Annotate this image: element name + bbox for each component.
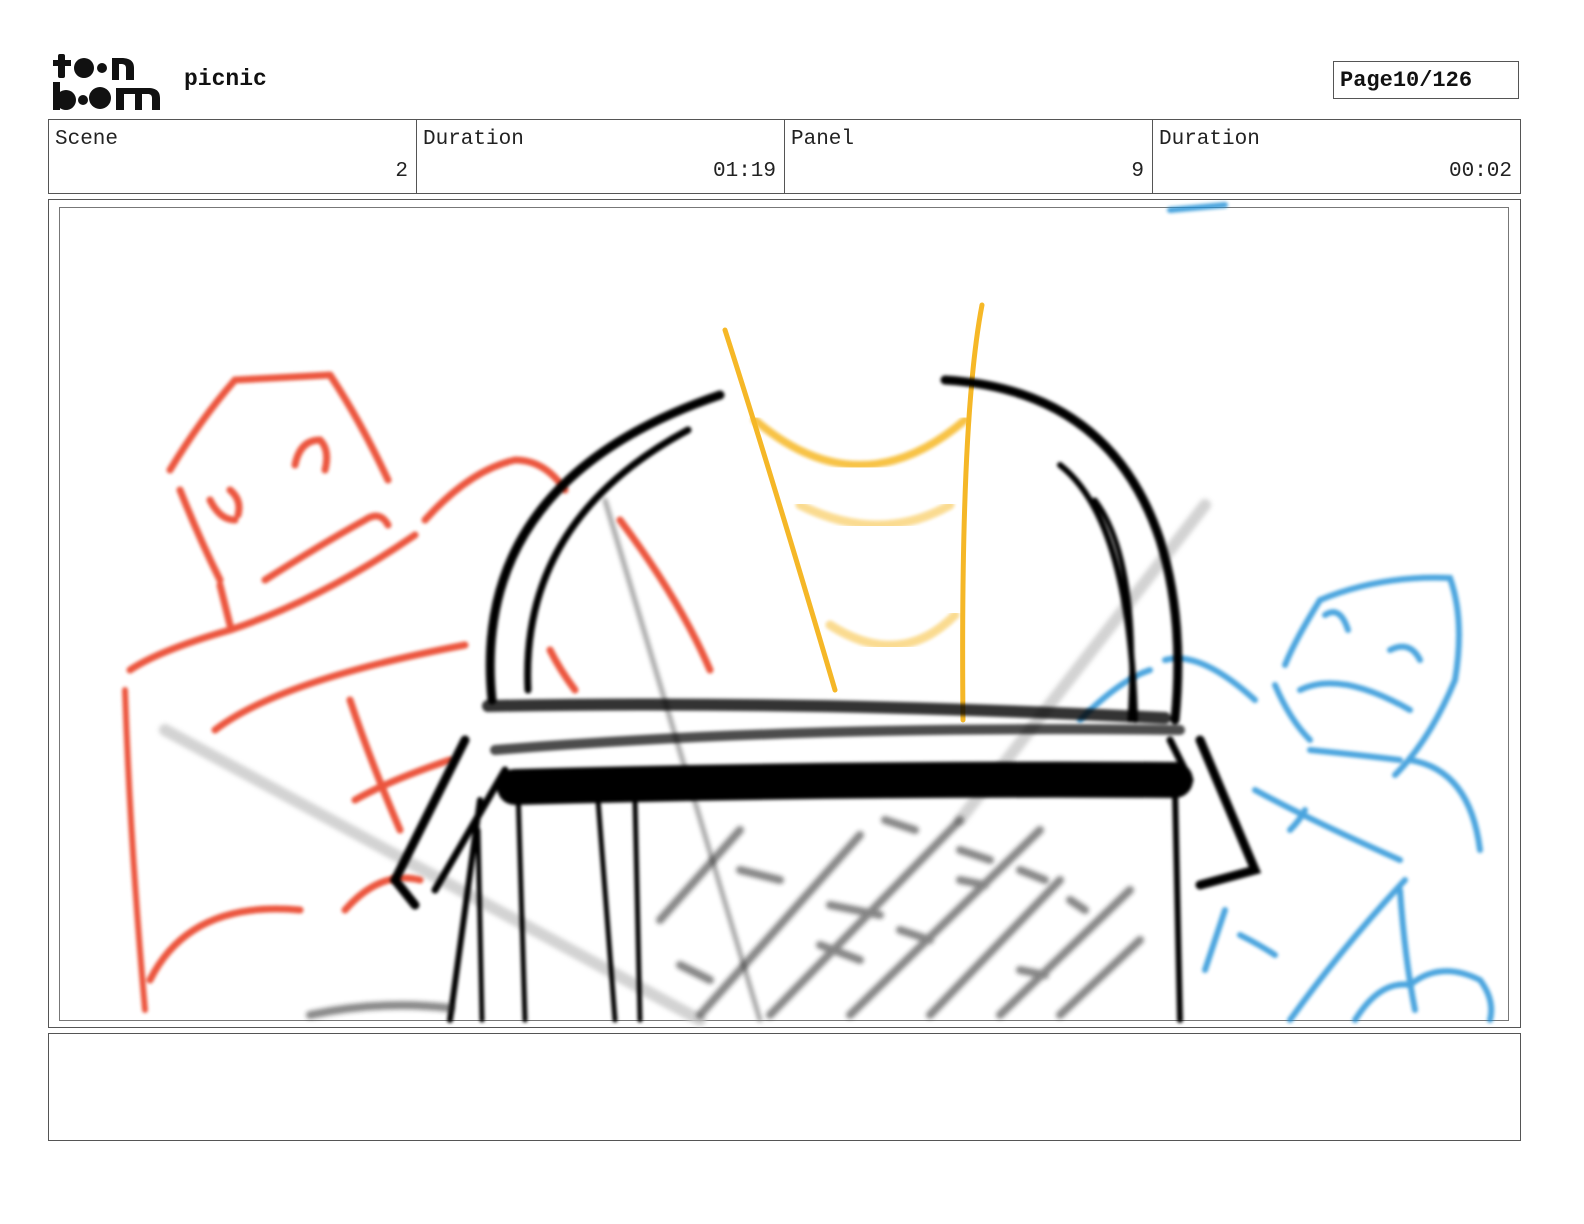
panel-cell: Panel 9 bbox=[785, 120, 1153, 193]
page-label: Page bbox=[1340, 67, 1393, 93]
storyboard-sketch bbox=[122, 202, 1495, 1026]
panel-value: 9 bbox=[1131, 160, 1144, 183]
blue-character-sketch bbox=[1077, 202, 1495, 1023]
panel-duration-label: Duration bbox=[1159, 128, 1260, 151]
basket-sketch bbox=[389, 375, 1262, 1023]
panel-info-row: Scene 2 Duration 01:19 Panel 9 Duration … bbox=[48, 119, 1521, 194]
scene-value: 2 bbox=[395, 160, 408, 183]
notes-box bbox=[48, 1033, 1521, 1141]
basket-weave-sketch bbox=[306, 816, 1144, 1019]
scene-duration-cell: Duration 01:19 bbox=[417, 120, 785, 193]
construction-lines bbox=[159, 498, 1211, 1026]
project-title: picnic bbox=[184, 66, 267, 92]
page-indicator: Page 10/126 bbox=[1333, 61, 1519, 99]
scene-duration-label: Duration bbox=[423, 128, 524, 151]
panel-duration-value: 00:02 bbox=[1448, 160, 1512, 183]
panel-duration-cell: Duration 00:02 bbox=[1153, 120, 1520, 193]
scene-cell: Scene 2 bbox=[49, 120, 417, 193]
yellow-handle-sketch bbox=[722, 302, 985, 723]
page-number: 10/126 bbox=[1392, 67, 1473, 93]
scene-label: Scene bbox=[55, 128, 119, 151]
panel-label: Panel bbox=[791, 128, 855, 151]
toon-boom-logo bbox=[53, 54, 160, 110]
scene-duration-value: 01:19 bbox=[712, 160, 776, 183]
